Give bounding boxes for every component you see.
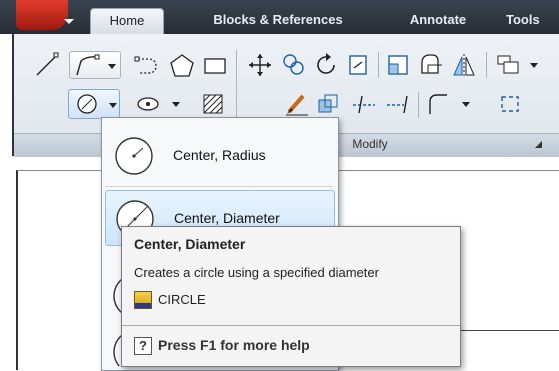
- trim-button[interactable]: [350, 90, 378, 118]
- array-icon: [497, 55, 519, 74]
- trim-icon: [353, 95, 375, 114]
- modify-panel-label[interactable]: Modify: [330, 137, 410, 151]
- move-button[interactable]: [246, 51, 274, 79]
- match-properties-button[interactable]: [283, 90, 311, 118]
- brush-icon: [286, 94, 308, 116]
- panel-separator: [418, 92, 419, 118]
- stretch-button[interactable]: [384, 51, 412, 79]
- polyline-dropdown-arrow-icon[interactable]: [108, 64, 116, 69]
- polyline-tool-button[interactable]: [69, 51, 121, 79]
- pentagon-button[interactable]: [167, 51, 197, 79]
- chamfer-icon: [429, 94, 447, 114]
- tooltip-command-name: CIRCLE: [158, 292, 206, 307]
- ellipse-icon: [137, 97, 159, 111]
- command-tooltip: Center, Diameter Creates a circle using …: [121, 226, 461, 367]
- hatch-tool-button[interactable]: [198, 90, 228, 118]
- circle-tool-button[interactable]: [68, 89, 120, 119]
- rotate-icon: [317, 53, 335, 74]
- menu-item-center-radius[interactable]: Center, Radius: [105, 128, 333, 182]
- panel-expand-arrow-icon[interactable]: [535, 141, 542, 148]
- tab-tools[interactable]: Tools: [506, 8, 559, 34]
- application-menu-arrow-icon: [64, 19, 74, 24]
- array-dropdown-arrow-icon[interactable]: [530, 63, 538, 68]
- chamfer-button[interactable]: [424, 90, 478, 118]
- circle-center-radius-icon: [115, 137, 153, 175]
- rectangle-icon: [204, 58, 226, 74]
- mirror-icon: [453, 54, 475, 77]
- copy-icon: [283, 54, 304, 75]
- command-line-icon: [134, 291, 152, 309]
- extend-button[interactable]: [384, 90, 412, 118]
- move-icon: [249, 54, 271, 76]
- pentagon-icon: [170, 54, 194, 77]
- offset-icon: [318, 94, 338, 113]
- circle-diameter-icon: [77, 94, 97, 114]
- tooltip-title: Center, Diameter: [134, 236, 246, 252]
- tooltip-description: Creates a circle using a specified diame…: [134, 265, 379, 280]
- trim-rect-icon: [349, 55, 367, 75]
- tab-annotate[interactable]: Annotate: [390, 8, 486, 34]
- polyline-arc-icon: [134, 56, 157, 74]
- application-menu-button[interactable]: [16, 0, 68, 30]
- arc-tool-button[interactable]: [134, 90, 184, 118]
- tab-home[interactable]: Home: [90, 8, 164, 35]
- menu-item-label: Center, Diameter: [174, 210, 280, 226]
- stretch-icon: [388, 55, 408, 75]
- chamfer-dropdown-arrow-icon[interactable]: [462, 102, 470, 107]
- menu-divider: [105, 186, 333, 187]
- panel-separator: [378, 52, 379, 78]
- line-tool-button[interactable]: [32, 50, 62, 80]
- tooltip-help-text: Press F1 for more help: [158, 337, 310, 353]
- tab-blocks-references[interactable]: Blocks & References: [188, 8, 368, 34]
- explode-icon: [501, 96, 519, 112]
- copy-button[interactable]: [280, 51, 308, 79]
- panel-separator: [486, 52, 487, 78]
- extend-icon: [387, 95, 408, 114]
- mirror-rect-button[interactable]: [344, 51, 372, 79]
- hatch-icon: [203, 94, 223, 114]
- mirror-button[interactable]: [450, 51, 478, 79]
- fillet-icon: [421, 54, 442, 74]
- explode-button[interactable]: [496, 90, 524, 118]
- help-icon: ?: [134, 337, 152, 355]
- circle-dropdown-arrow-icon[interactable]: [109, 103, 117, 108]
- fillet-button[interactable]: [418, 51, 446, 79]
- line-icon: [36, 52, 59, 76]
- tooltip-divider: [122, 325, 460, 326]
- offset-button[interactable]: [314, 90, 342, 118]
- polygon-tool-button[interactable]: [132, 51, 162, 79]
- polyline-icon: [76, 54, 100, 76]
- rectangle-tool-button[interactable]: [200, 51, 230, 79]
- rotate-button[interactable]: [312, 51, 340, 79]
- menu-item-label: Center, Radius: [173, 147, 266, 163]
- array-button[interactable]: [494, 51, 548, 79]
- ellipse-dropdown-arrow-icon[interactable]: [172, 102, 180, 107]
- drawn-line: [460, 330, 559, 331]
